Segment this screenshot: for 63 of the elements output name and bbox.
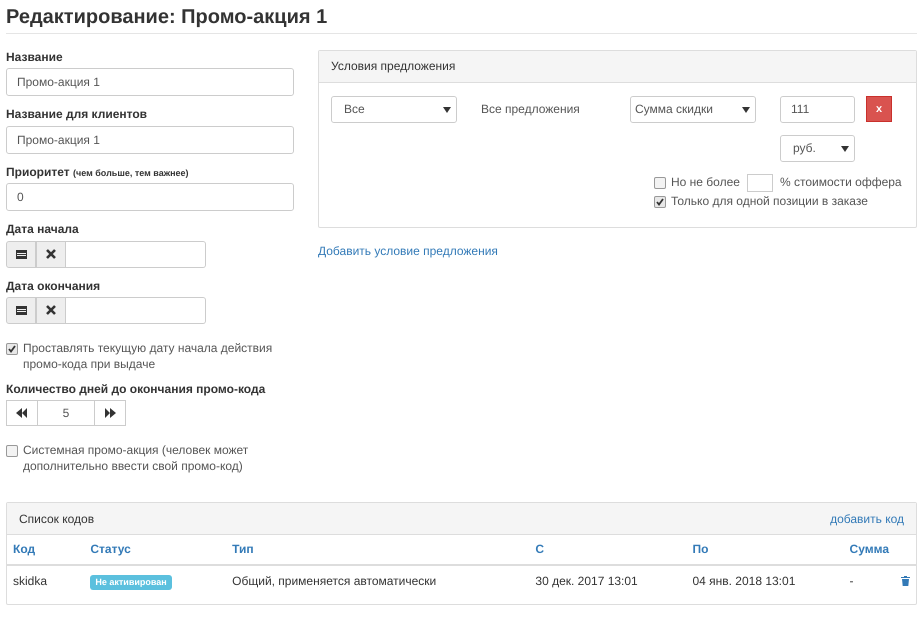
clear-button[interactable] bbox=[36, 296, 66, 324]
input-field[interactable]: 0 bbox=[6, 183, 294, 212]
percent-field[interactable] bbox=[746, 174, 773, 192]
caret-icon bbox=[742, 106, 750, 112]
column-header: По bbox=[686, 535, 844, 565]
field-label: Название bbox=[6, 50, 64, 64]
input-field[interactable]: 111 bbox=[780, 96, 855, 123]
column-header: Код bbox=[7, 535, 84, 565]
table-cell: Общий, применяется автоматически bbox=[226, 564, 530, 604]
panel-title: Условия предложения bbox=[331, 59, 456, 74]
input-field[interactable]: Промо-акция 1 bbox=[6, 126, 294, 154]
column-header: Статус bbox=[84, 535, 226, 565]
field-label: Дата начала bbox=[6, 222, 80, 237]
table-cell: skidka bbox=[7, 564, 84, 604]
condition-text: Все предложения bbox=[480, 101, 581, 118]
select-dropdown[interactable]: руб. bbox=[780, 135, 855, 162]
calendar-icon bbox=[16, 249, 26, 260]
date-field[interactable] bbox=[66, 296, 206, 324]
delete-button[interactable] bbox=[901, 574, 910, 589]
checkbox-label: % стоимости оффера bbox=[780, 174, 902, 190]
decrement-button[interactable] bbox=[6, 400, 38, 426]
column-header: С bbox=[529, 535, 686, 565]
clear-button[interactable] bbox=[36, 240, 66, 268]
field-label: Название для клиентов bbox=[6, 107, 148, 122]
trash-icon bbox=[901, 576, 910, 586]
backward-icon bbox=[16, 408, 28, 418]
field-label: Приоритет (чем больше, тем важнее) bbox=[6, 164, 190, 180]
checkbox[interactable] bbox=[6, 445, 18, 458]
select-dropdown[interactable]: Все bbox=[331, 96, 457, 123]
close-icon bbox=[46, 305, 56, 316]
table-cell: 04 янв. 2018 13:01 bbox=[686, 564, 844, 604]
checkbox-label: Системная промо-акция (человек может дополнительно ввести свой промо-код) bbox=[23, 442, 250, 474]
check-icon bbox=[8, 344, 16, 353]
checkbox[interactable] bbox=[654, 177, 666, 189]
close-icon bbox=[46, 249, 56, 260]
caret-icon bbox=[841, 146, 849, 152]
panel-title: Список кодов bbox=[19, 512, 94, 526]
add-code-link[interactable]: добавить код bbox=[830, 512, 904, 526]
field-label: Количество дней до окончания промо-кода bbox=[6, 382, 266, 396]
checkbox[interactable] bbox=[6, 342, 18, 355]
forward-icon bbox=[104, 408, 116, 418]
column-header: Сумма bbox=[844, 535, 895, 565]
table-cell: - bbox=[844, 564, 895, 604]
increment-button[interactable] bbox=[94, 400, 126, 426]
checkbox-label: Проставлять текущую дату начала действия промо-кода при выдаче bbox=[23, 340, 274, 372]
date-field[interactable] bbox=[66, 240, 206, 268]
input-field[interactable]: Промо-акция 1 bbox=[6, 68, 294, 96]
select-dropdown[interactable]: Сумма скидки bbox=[630, 96, 756, 123]
calendar-button[interactable] bbox=[6, 240, 36, 268]
checkbox[interactable] bbox=[654, 196, 666, 208]
caret-icon bbox=[443, 106, 451, 112]
checkbox-label: Но не более bbox=[671, 174, 740, 190]
page-title: Редактирование: Промо-акция 1 bbox=[6, 5, 328, 30]
add-condition-link[interactable]: Добавить условие предложения bbox=[318, 244, 498, 258]
delete-button[interactable]: x bbox=[866, 96, 892, 122]
status-badge: Не активирован bbox=[90, 574, 172, 590]
column-header: Тип bbox=[226, 535, 530, 565]
calendar-button[interactable] bbox=[6, 296, 36, 324]
field-label: Дата окончания bbox=[6, 278, 102, 293]
calendar-icon bbox=[16, 305, 26, 316]
check-icon bbox=[656, 198, 664, 206]
table-cell: 30 дек. 2017 13:01 bbox=[529, 564, 686, 604]
checkbox-label: Только для одной позиции в заказе bbox=[671, 193, 868, 209]
